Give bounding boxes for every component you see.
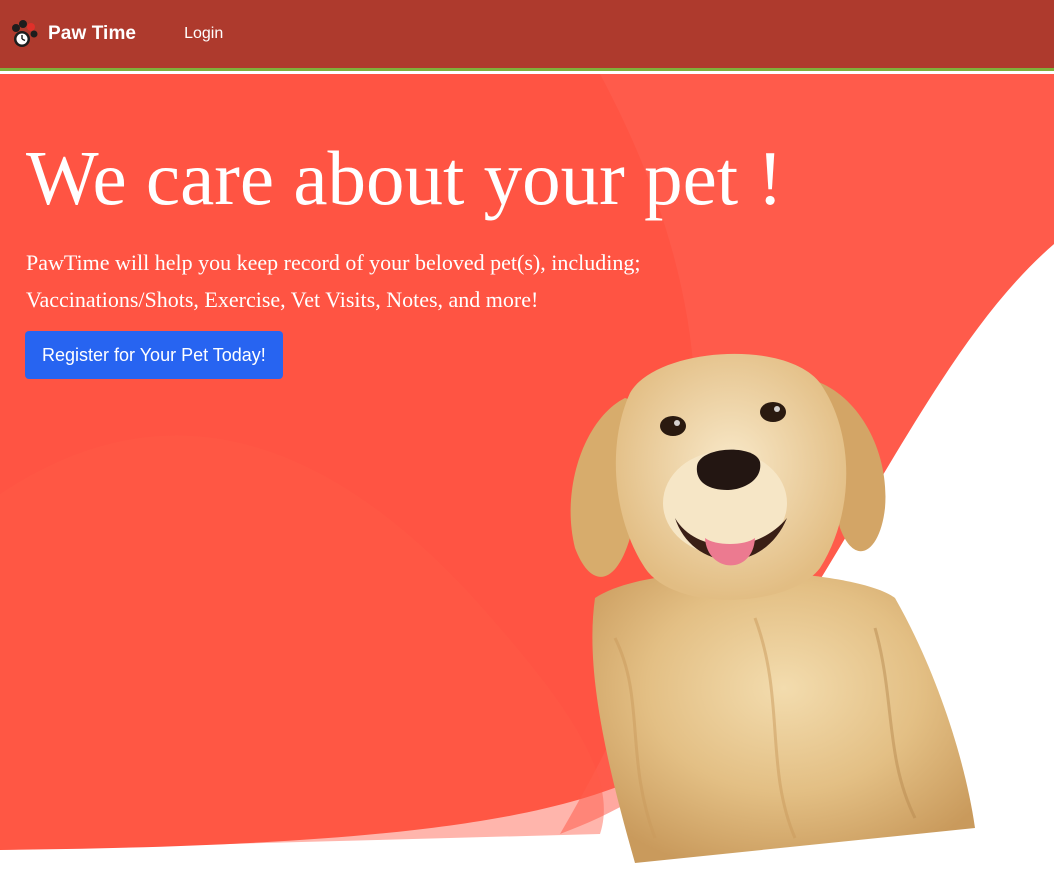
brand-name: Paw Time [48, 23, 137, 44]
hero-description-line-2: Vaccinations/Shots, Exercise, Vet Visits… [26, 287, 539, 312]
golden-retriever-image [570, 353, 975, 863]
navbar: Paw Time Login [0, 0, 1054, 71]
register-pet-button[interactable]: Register for Your Pet Today! [25, 331, 283, 379]
page: Paw Time Login We care about your pet ! … [0, 0, 1054, 888]
brand-link[interactable]: Paw Time [8, 18, 136, 50]
hero-section: We care about your pet ! PawTime will he… [0, 74, 1054, 888]
hero-description-line-1: PawTime will help you keep record of you… [26, 250, 641, 275]
paw-clock-logo-icon [12, 20, 38, 47]
hero-title: We care about your pet ! [26, 135, 784, 221]
nav-link-login[interactable]: Login [184, 25, 223, 43]
hero-description: PawTime will help you keep record of you… [26, 244, 786, 318]
